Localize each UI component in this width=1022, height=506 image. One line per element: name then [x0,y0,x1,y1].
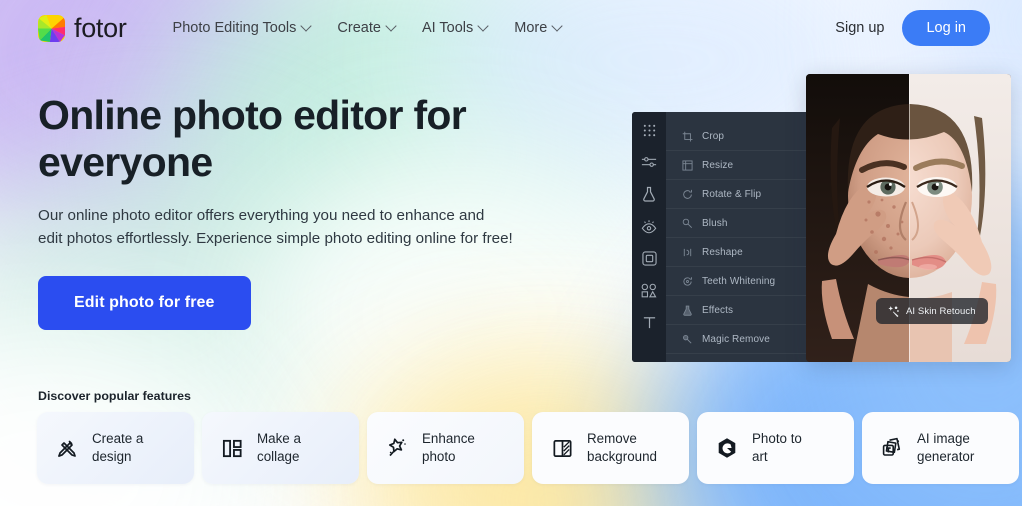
label-line-2: design [92,449,132,464]
menu-label: Reshape [702,246,743,258]
effects-icon [683,305,692,316]
label-line-2: collage [257,449,300,464]
feature-card-label: Photo to art [752,430,802,466]
nav-item-more[interactable]: More [501,12,575,44]
feature-card-label: Create a design [92,430,143,466]
feature-card-remove-background[interactable]: Remove background [532,412,689,484]
feature-card-label: AI image generator [917,430,974,466]
blush-icon [682,218,693,228]
ai-image-cards-icon [879,436,905,460]
collage-grid-icon [219,437,245,460]
magic-remove-icon [683,334,692,343]
nav-label: Create [337,20,381,36]
features-heading: Discover popular features [38,389,191,403]
grid-dots-icon[interactable] [642,123,657,138]
nav-label: Photo Editing Tools [172,20,297,36]
label-line-1: Create a [92,431,144,446]
main-nav: Photo Editing Tools Create AI Tools More [160,12,576,44]
log-in-button[interactable]: Log in [902,10,990,46]
sliders-icon[interactable] [641,155,657,169]
before-after-photo-card: AI Skin Retouch [806,74,1011,362]
rotate-icon [683,189,692,199]
crop-icon [682,131,693,141]
chevron-down-icon [553,22,562,31]
nav-label: More [514,20,548,36]
hero-section: Online photo editor for everyone Our onl… [38,92,558,330]
fotor-pinwheel-logo [38,14,65,42]
nav-item-create[interactable]: Create [324,12,409,44]
chevron-down-icon [387,22,396,31]
label-line-2: photo [422,449,456,464]
feature-card-label: Make a collage [257,430,301,466]
site-header: fotor Photo Editing Tools Create AI Tool… [0,0,1022,56]
shapes-icon[interactable] [641,283,657,298]
label-line-1: Remove [587,431,637,446]
label-line-2: background [587,449,657,464]
brand-logo[interactable]: fotor [38,13,127,44]
brand-name: fotor [74,12,127,43]
page-title: Online photo editor for everyone [38,92,467,185]
remove-background-icon [549,437,575,460]
header-actions: Sign up Log in [835,10,1004,46]
menu-label: Crop [702,130,725,142]
ai-sparkle-icon [888,306,899,317]
hero-subtitle: Our online photo editor offers everythin… [38,207,513,247]
feature-card-label: Remove background [587,430,657,466]
badge-label: AI Skin Retouch [906,305,976,317]
magic-wand-star-icon [384,436,410,460]
label-line-2: generator [917,449,975,464]
menu-label: Effects [702,304,734,316]
resize-icon [682,159,693,171]
feature-card-ai-image-generator[interactable]: AI image generator [862,412,1019,484]
edit-photo-for-free-button[interactable]: Edit photo for free [38,276,251,330]
menu-label: Magic Remove [702,333,770,345]
editor-tool-rail [632,112,666,362]
label-line-2: art [752,449,768,464]
menu-label: Rotate & Flip [702,188,762,200]
label-line-1: Enhance [422,431,475,446]
feature-card-enhance-photo[interactable]: Enhance photo [367,412,524,484]
eye-retouch-icon[interactable] [641,219,657,234]
flask-icon[interactable] [642,186,656,202]
reshape-icon [683,248,692,256]
feature-card-make-a-collage[interactable]: Make a collage [202,412,359,484]
nav-item-ai-tools[interactable]: AI Tools [409,12,501,44]
feature-cards: Create a design Make a collage Enhance p… [37,412,1019,484]
label-line-1: Make a [257,431,301,446]
label-line-1: AI image [917,431,970,446]
chevron-down-icon [479,22,488,31]
pencil-ruler-icon [54,436,80,460]
ai-skin-retouch-badge: AI Skin Retouch [876,298,988,324]
chevron-down-icon [302,22,311,31]
menu-label: Teeth Whitening [702,275,776,287]
hexagon-art-icon [714,436,740,460]
menu-label: Resize [702,159,734,171]
label-line-1: Photo to [752,431,802,446]
nav-label: AI Tools [421,20,474,36]
nav-item-photo-editing-tools[interactable]: Photo Editing Tools [160,12,325,44]
sign-up-link[interactable]: Sign up [835,20,884,36]
feature-card-photo-to-art[interactable]: Photo to art [697,412,854,484]
feature-card-create-a-design[interactable]: Create a design [37,412,194,484]
feature-card-label: Enhance photo [422,430,475,466]
text-icon[interactable] [642,315,657,330]
menu-label: Blush [702,217,728,229]
teeth-whitening-icon [683,276,692,286]
frame-icon[interactable] [641,251,657,266]
